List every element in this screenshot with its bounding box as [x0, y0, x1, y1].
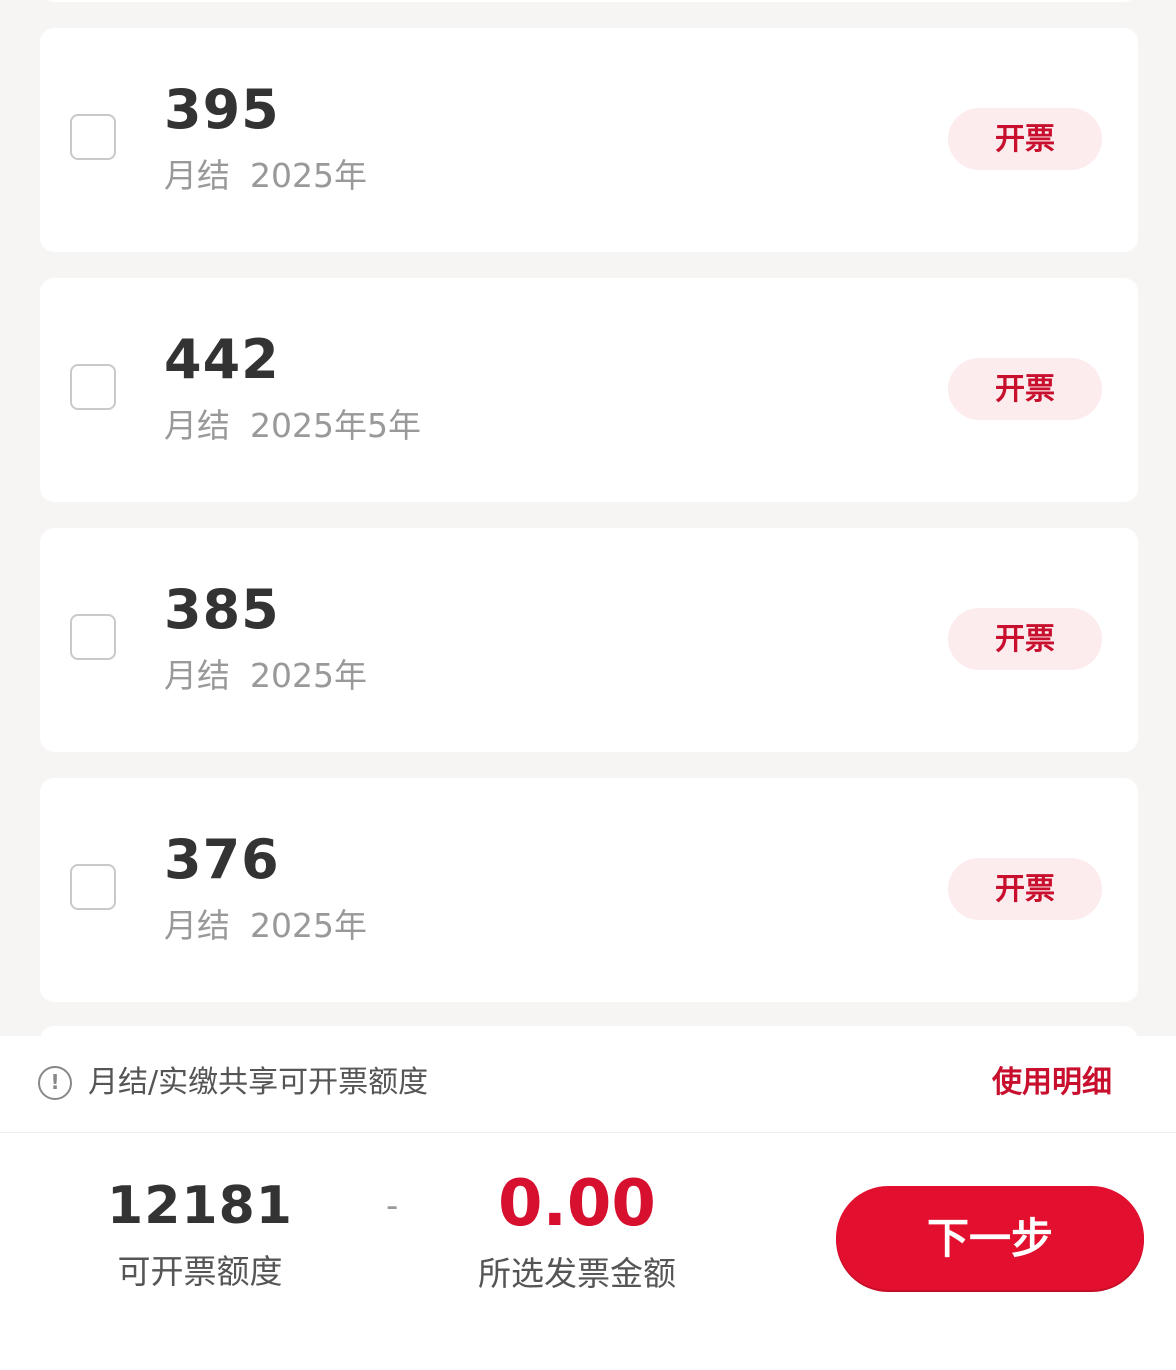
bill-date: 2025年: [250, 656, 367, 695]
notice-text: 月结/实缴共享可开票额度: [88, 1065, 429, 1100]
bill-card: 395 月结 2025年 开票: [40, 28, 1138, 252]
quota-label: 可开票额度: [117, 1252, 283, 1291]
quota-value: 12181: [107, 1176, 293, 1236]
bill-date: 2025年5年: [250, 406, 421, 445]
issue-invoice-button[interactable]: 开票: [948, 608, 1102, 670]
selected-amount: 0.00 所选发票金额: [450, 1168, 704, 1294]
issue-invoice-button[interactable]: 开票: [948, 108, 1102, 170]
bill-type: 月结: [164, 406, 230, 445]
bill-type: 月结: [164, 156, 230, 195]
bill-amount: 442: [164, 328, 280, 391]
shared-quota-notice: ! 月结/实缴共享可开票额度 使用明细: [0, 1036, 1176, 1133]
bill-date: 2025年: [250, 156, 367, 195]
invoice-summary-panel: ! 月结/实缴共享可开票额度 使用明细 12181 可开票额度 - 0.00 所…: [0, 1036, 1176, 1370]
bill-date: 2025年: [250, 906, 367, 945]
available-quota: 12181 可开票额度: [70, 1176, 330, 1292]
bill-checkbox[interactable]: [70, 864, 116, 910]
selected-label: 所选发票金额: [478, 1254, 676, 1293]
bill-meta: 月结 2025年: [164, 156, 367, 196]
issue-invoice-button[interactable]: 开票: [948, 358, 1102, 420]
bill-card: 385 月结 2025年 开票: [40, 528, 1138, 752]
minus-separator: -: [386, 1186, 399, 1226]
bill-card: 442 月结 2025年5年 开票: [40, 278, 1138, 502]
next-step-button[interactable]: 下一步: [836, 1186, 1144, 1290]
bill-list: 395 月结 2025年 开票 442 月结 2025年5年 开票 385 月结 20…: [40, 28, 1138, 1028]
bill-meta: 月结 2025年: [164, 906, 367, 946]
bill-checkbox[interactable]: [70, 364, 116, 410]
bill-meta: 月结 2025年5年: [164, 406, 421, 446]
bill-amount: 395: [164, 78, 280, 141]
bill-card: 376 月结 2025年 开票: [40, 778, 1138, 1002]
issue-invoice-button[interactable]: 开票: [948, 858, 1102, 920]
info-icon: !: [38, 1066, 72, 1100]
bill-amount: 376: [164, 828, 280, 891]
selected-value: 0.00: [498, 1167, 656, 1241]
bill-checkbox[interactable]: [70, 614, 116, 660]
bill-type: 月结: [164, 906, 230, 945]
bill-amount: 385: [164, 578, 280, 641]
usage-detail-link[interactable]: 使用明细: [992, 1062, 1112, 1104]
previous-card-edge: [40, 0, 1138, 2]
bill-meta: 月结 2025年: [164, 656, 367, 696]
bill-type: 月结: [164, 656, 230, 695]
bill-checkbox[interactable]: [70, 114, 116, 160]
